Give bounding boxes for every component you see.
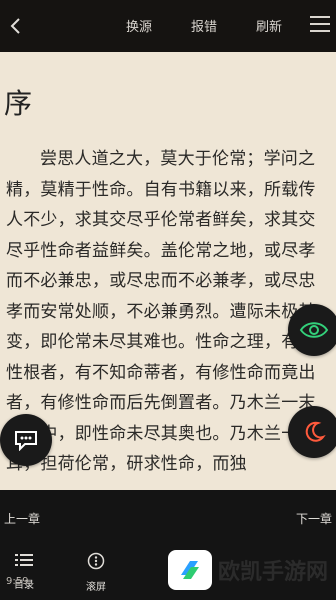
eye-comfort-button[interactable] xyxy=(288,304,336,356)
eye-icon xyxy=(299,322,329,338)
tab-report-error[interactable]: 报错 xyxy=(191,16,217,35)
list-icon xyxy=(15,554,33,566)
scroll-icon xyxy=(87,552,105,570)
tab-change-source[interactable]: 换源 xyxy=(126,16,152,35)
chapter-text: 尝思人道之大，莫大于伦常；学问之精，莫精于性命。自有书籍以来，所载传人不少，求其… xyxy=(6,149,316,474)
top-toolbar: 换源 报错 刷新 xyxy=(0,0,336,52)
chat-bubble-icon xyxy=(15,431,37,451)
prev-chapter-button[interactable]: 上一章 xyxy=(4,510,40,527)
next-chapter-button[interactable]: 下一章 xyxy=(296,510,332,527)
comment-button[interactable] xyxy=(0,414,52,466)
back-icon[interactable] xyxy=(4,14,28,38)
watermark-text: 欧凯手游网 xyxy=(217,560,328,585)
auto-scroll-button[interactable]: 滚屏 xyxy=(76,552,116,593)
scroll-label: 滚屏 xyxy=(86,582,106,593)
night-mode-button[interactable] xyxy=(288,406,336,458)
moon-icon xyxy=(305,421,326,442)
brand-logo-icon xyxy=(167,550,212,590)
tab-refresh[interactable]: 刷新 xyxy=(256,16,282,35)
chapter-title: 序 xyxy=(4,87,33,120)
clock-time: 9:59 xyxy=(6,576,29,587)
menu-icon[interactable] xyxy=(310,16,330,34)
site-watermark: 欧凯手游网 xyxy=(167,550,328,590)
